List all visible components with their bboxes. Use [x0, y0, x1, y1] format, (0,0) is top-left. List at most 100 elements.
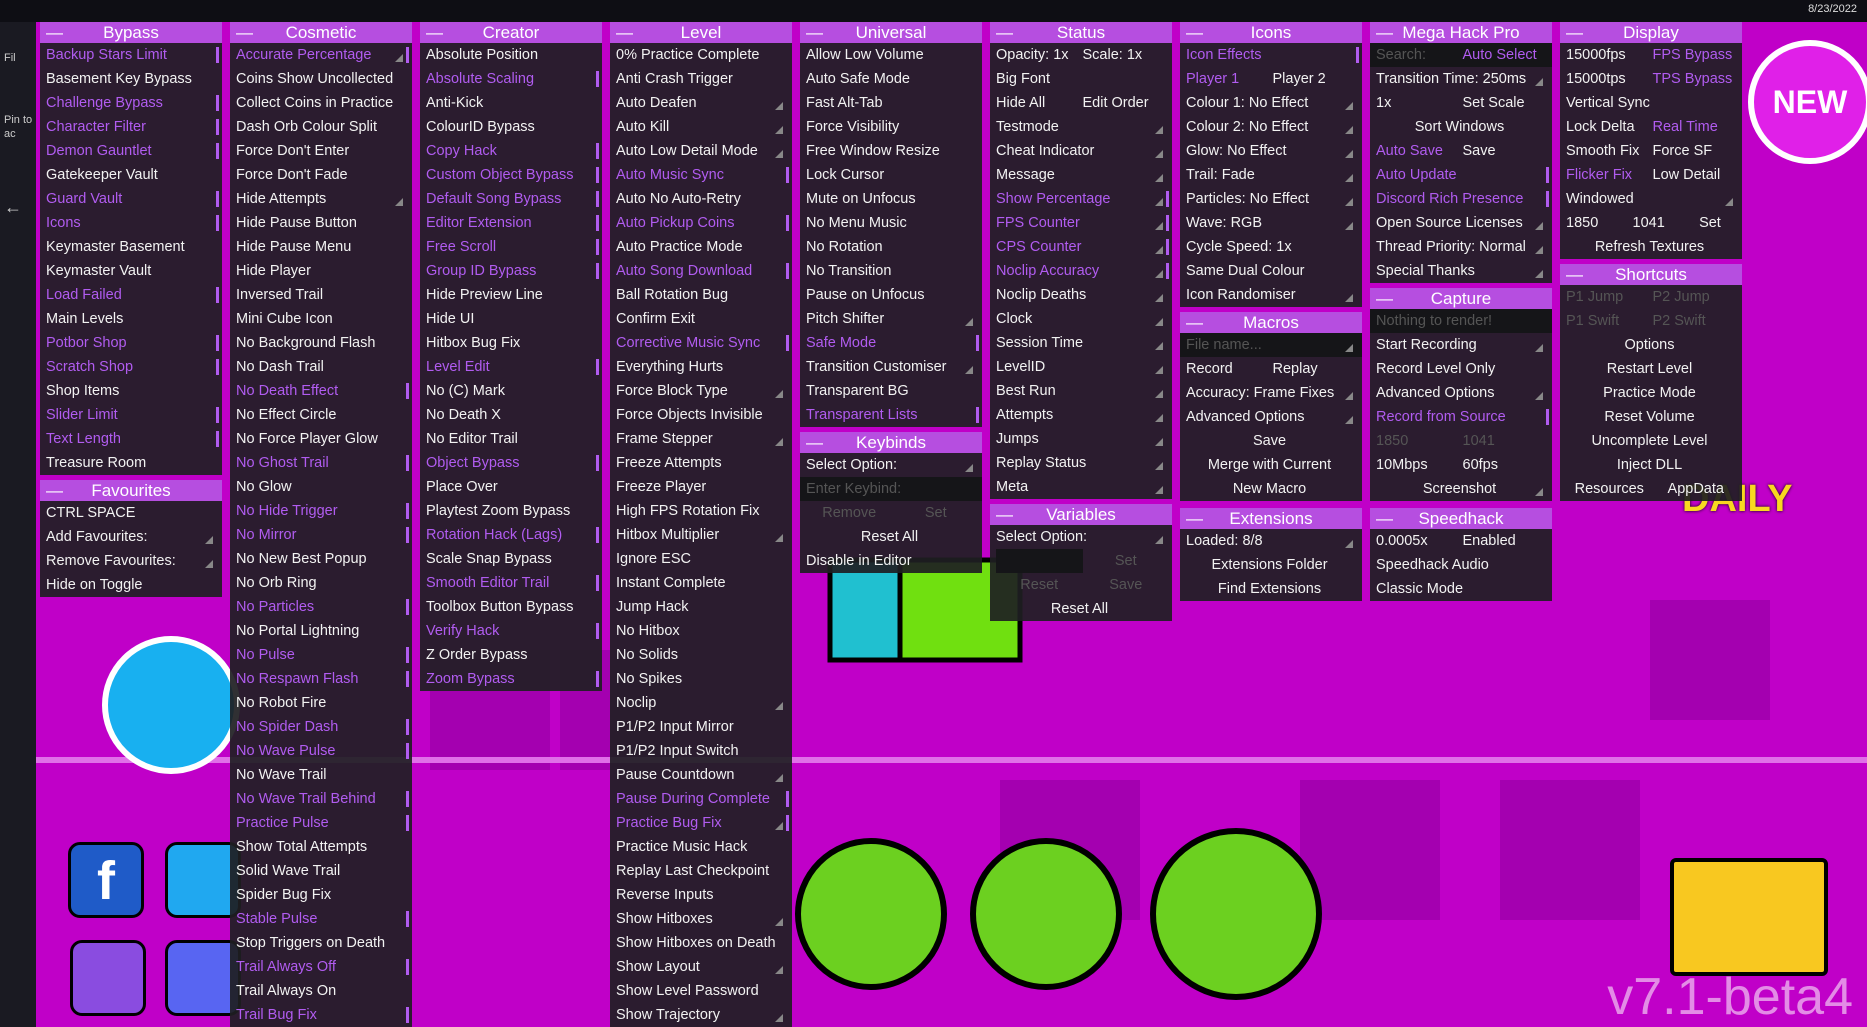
p2-swift-button[interactable]: P2 Swift: [1653, 309, 1740, 333]
menu-item[interactable]: Force Objects Invisible: [610, 403, 792, 427]
classic-mode-toggle[interactable]: Classic Mode: [1370, 577, 1552, 601]
menu-item[interactable]: Confirm Exit: [610, 307, 792, 331]
menu-item[interactable]: Colour 2: No Effect: [1180, 115, 1362, 139]
menu-item[interactable]: Corrective Music Sync: [610, 331, 792, 355]
menu-item[interactable]: Force Don't Fade: [230, 163, 412, 187]
menu-item[interactable]: Text Length: [40, 427, 222, 451]
menu-item[interactable]: Treasure Room: [40, 451, 222, 475]
remove-button[interactable]: Remove: [806, 501, 893, 525]
menu-item[interactable]: Remove Favourites:: [40, 549, 222, 573]
auto-select-toggle[interactable]: Auto Select: [1463, 43, 1550, 67]
menu-item[interactable]: Icon Randomiser: [1180, 283, 1362, 307]
menu-item[interactable]: Backup Stars Limit: [40, 43, 222, 67]
menu-item[interactable]: Demon Gauntlet: [40, 139, 222, 163]
menu-item[interactable]: 0% Practice Complete: [610, 43, 792, 67]
menu-item[interactable]: Session Time: [990, 331, 1172, 355]
menu-item[interactable]: No Portal Lightning: [230, 619, 412, 643]
menu-item[interactable]: No New Best Popup: [230, 547, 412, 571]
reset-all-button[interactable]: Reset All: [990, 597, 1172, 621]
extensions-loaded[interactable]: Loaded: 8/8: [1180, 529, 1362, 553]
menu-item[interactable]: Show Total Attempts: [230, 835, 412, 859]
menu-item[interactable]: Jumps: [990, 427, 1172, 451]
menu-item[interactable]: Hide on Toggle: [40, 573, 222, 597]
menu-item[interactable]: No Glow: [230, 475, 412, 499]
menu-item[interactable]: Load Failed: [40, 283, 222, 307]
menu-item[interactable]: Thread Priority: Normal: [1370, 235, 1552, 259]
force-sf-toggle[interactable]: Force SF: [1653, 139, 1740, 163]
menu-item[interactable]: Editor Extension: [420, 211, 602, 235]
menu-item[interactable]: Particles: No Effect: [1180, 187, 1362, 211]
menu-item[interactable]: Trail Bug Fix: [230, 1003, 412, 1027]
refresh-textures-button[interactable]: Refresh Textures: [1560, 235, 1742, 259]
new-macro-button[interactable]: New Macro: [1180, 477, 1362, 501]
menu-item[interactable]: No Mirror: [230, 523, 412, 547]
menu-item[interactable]: Anti-Kick: [420, 91, 602, 115]
disable-in-editor-toggle[interactable]: Disable in Editor: [800, 549, 982, 573]
menu-item[interactable]: No (C) Mark: [420, 379, 602, 403]
menu-item[interactable]: Basement Key Bypass: [40, 67, 222, 91]
replay-toggle[interactable]: Replay: [1273, 357, 1360, 381]
menu-item[interactable]: Practice Mode: [1560, 381, 1742, 405]
reset-button[interactable]: Reset: [996, 573, 1083, 597]
menu-item[interactable]: Reverse Inputs: [610, 883, 792, 907]
menu-item[interactable]: Noclip Deaths: [990, 283, 1172, 307]
panel-header[interactable]: — Speedhack: [1370, 508, 1552, 529]
menu-item[interactable]: Auto Practice Mode: [610, 235, 792, 259]
macro-save-button[interactable]: Save: [1180, 429, 1362, 453]
menu-item[interactable]: Inject DLL: [1560, 453, 1742, 477]
minimize-icon[interactable]: —: [46, 480, 63, 501]
menu-item[interactable]: Reset Volume: [1560, 405, 1742, 429]
screenshot-button[interactable]: Screenshot: [1370, 477, 1552, 501]
menu-item[interactable]: Hide Preview Line: [420, 283, 602, 307]
menu-item[interactable]: Discord Rich Presence: [1370, 187, 1552, 211]
menu-item[interactable]: No Wave Trail Behind: [230, 787, 412, 811]
menu-item[interactable]: Dash Orb Colour Split: [230, 115, 412, 139]
find-extensions-button[interactable]: Find Extensions: [1180, 577, 1362, 601]
menu-item[interactable]: Pause During Complete: [610, 787, 792, 811]
panel-header[interactable]: — Creator: [420, 22, 602, 43]
menu-item[interactable]: Pitch Shifter: [800, 307, 982, 331]
menu-item[interactable]: Level Edit: [420, 355, 602, 379]
menu-item[interactable]: Group ID Bypass: [420, 259, 602, 283]
menu-item[interactable]: CTRL SPACE: [40, 501, 222, 525]
merge-button[interactable]: Merge with Current: [1180, 453, 1362, 477]
menu-item[interactable]: Auto Deafen: [610, 91, 792, 115]
menu-item[interactable]: P1/P2 Input Switch: [610, 739, 792, 763]
minimize-icon[interactable]: —: [996, 504, 1013, 525]
menu-item[interactable]: Hide Player: [230, 259, 412, 283]
menu-item[interactable]: Challenge Bypass: [40, 91, 222, 115]
menu-item[interactable]: No Spider Dash: [230, 715, 412, 739]
player2-toggle[interactable]: Player 2: [1273, 67, 1360, 91]
menu-item[interactable]: Glow: No Effect: [1180, 139, 1362, 163]
menu-item[interactable]: Coins Show Uncollected: [230, 67, 412, 91]
back-arrow-icon[interactable]: ←: [4, 197, 22, 218]
menu-item[interactable]: Show Trajectory: [610, 1003, 792, 1027]
appdata-button[interactable]: AppData: [1653, 477, 1740, 501]
menu-item[interactable]: No Wave Trail: [230, 763, 412, 787]
menu-item[interactable]: Noclip: [610, 691, 792, 715]
menu-item[interactable]: Icons: [40, 211, 222, 235]
panel-header[interactable]: — Display: [1560, 22, 1742, 43]
minimize-icon[interactable]: —: [806, 22, 823, 43]
menu-item[interactable]: Auto Song Download: [610, 259, 792, 283]
save-button[interactable]: Save: [1463, 139, 1550, 163]
folder-icon[interactable]: [1670, 858, 1828, 976]
menu-item[interactable]: Auto No Auto-Retry: [610, 187, 792, 211]
menu-item[interactable]: Spider Bug Fix: [230, 883, 412, 907]
resources-button[interactable]: Resources: [1566, 477, 1653, 501]
smooth-fix-toggle[interactable]: Smooth Fix: [1566, 139, 1653, 163]
menu-item[interactable]: Clock: [990, 307, 1172, 331]
panel-header[interactable]: — Bypass: [40, 22, 222, 43]
menu-item[interactable]: Testmode: [990, 115, 1172, 139]
menu-item[interactable]: Trail: Fade: [1180, 163, 1362, 187]
menu-item[interactable]: Zoom Bypass: [420, 667, 602, 691]
menu-item[interactable]: No Transition: [800, 259, 982, 283]
fps-input[interactable]: 15000fps: [1566, 43, 1653, 67]
menu-item[interactable]: Character Filter: [40, 115, 222, 139]
fps-input[interactable]: 60fps: [1463, 453, 1550, 477]
menu-item[interactable]: Default Song Bypass: [420, 187, 602, 211]
panel-header[interactable]: — Mega Hack Pro: [1370, 22, 1552, 43]
auto-save-toggle[interactable]: Auto Save: [1376, 139, 1463, 163]
minimize-icon[interactable]: —: [1186, 508, 1203, 529]
panel-header[interactable]: — Level: [610, 22, 792, 43]
